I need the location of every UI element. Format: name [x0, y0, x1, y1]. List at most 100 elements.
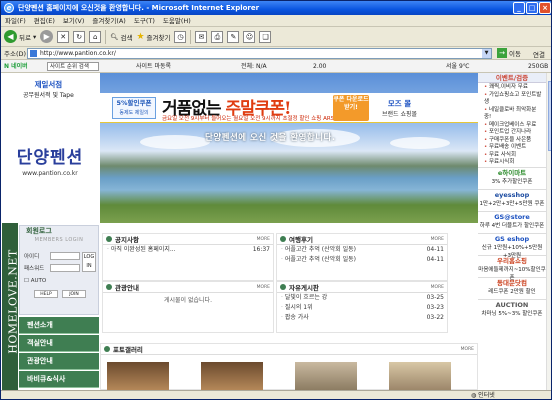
address-input[interactable]: http://www.pantion.co.kr/ ▼ [27, 48, 492, 59]
ad-gsestore[interactable]: GS@store 하루 4번 더블트가 할인쿠폰 [478, 210, 546, 233]
star-icon: ★ [136, 31, 145, 42]
auto-login-checkbox[interactable]: ☐ AUTO [24, 278, 46, 284]
forward-button[interactable]: ▶ [40, 30, 54, 43]
join-button[interactable]: JOIN [62, 290, 86, 298]
history-button[interactable]: ◷ [174, 30, 187, 43]
list-item[interactable]: 달빛이 흐르는 강03-25 [277, 293, 447, 303]
list-item[interactable]: 무료 사식회 [484, 152, 544, 160]
standard-toolbar: ◀ 뒤로 ▾ ▶ ✕ ↻ ⌂ 🔍︎ 검색 ★ 즐겨찾기 ◷ ✉ ⎙ ✎ ☺ ❑ [1, 27, 551, 47]
more-button[interactable]: MORE [257, 237, 270, 242]
ad-woori[interactable]: 우리홈쇼핑 마음에들제까지~10%할인쿠폰 [478, 254, 546, 281]
naver-logo[interactable]: N 네이버 [4, 60, 28, 73]
list-item[interactable]: 포인트업 간지나라 [484, 129, 544, 137]
page-content: 제일서점 공무원서적 및 Tape 단양펜션 www.pantion.co.kr… [1, 73, 546, 390]
nav-rooms[interactable]: 객실안내 [19, 335, 99, 352]
bullet-icon [104, 346, 110, 352]
home-button[interactable]: ⌂ [89, 30, 102, 43]
nav-pension-intro[interactable]: 펜션소개 [19, 317, 99, 334]
site-rank: 전체: N/A [241, 63, 267, 70]
minimize-button[interactable]: _ [513, 2, 525, 14]
list-item[interactable]: 무료배송 이벤트 [484, 144, 544, 152]
naver-search-input[interactable]: 사이트 순위 검색 [47, 62, 99, 71]
vertical-scrollbar[interactable] [546, 73, 551, 390]
nav-tour[interactable]: 관광안내 [19, 353, 99, 370]
list-item[interactable]: 팝송 가사03-22 [277, 313, 447, 323]
password-input[interactable] [50, 264, 80, 272]
list-item[interactable]: 메이크업베이스 무료 [484, 122, 544, 130]
gallery-thumb[interactable] [389, 362, 451, 390]
coupon-ad[interactable]: 5%할인쿠폰 동제도 제일의 거품없는 주말쿠폰! 금요일 오전 9시부터 들어… [100, 93, 478, 123]
event-list: 쾌찍,이비자 무료 가입쇼핑쇼고 포인트발생 네일클로바 최악화분 중! 메이크… [478, 83, 546, 167]
menu-file[interactable]: 파일(F) [5, 15, 26, 26]
messenger-button[interactable]: ☺ [243, 30, 256, 43]
toolbar-separator [190, 29, 192, 44]
ad-eyesshop[interactable]: eyesshop 1만+2만+3만+5만원 쿠폰 [478, 188, 546, 211]
list-item[interactable]: 네일클로바 최악화분 중! [484, 107, 544, 122]
search-button[interactable]: 🔍︎ 검색 [110, 32, 132, 42]
status-bar: ◍ 인터넷 [1, 390, 551, 399]
more-button[interactable]: MORE [431, 285, 444, 290]
ad-auction[interactable]: AUCTION 차마닝 5%~3% 할인쿠폰 [478, 298, 546, 321]
edit-button[interactable]: ✎ [227, 30, 240, 43]
address-label: 주소(D) [4, 50, 27, 58]
bookstore-link[interactable]: 제일서점 공무원서적 및 Tape [23, 79, 74, 99]
site-brand[interactable]: 단양펜션 www.pantion.co.kr [3, 143, 97, 177]
menu-tools[interactable]: 도구(T) [134, 15, 155, 26]
mail-button[interactable]: ✉ [195, 30, 208, 43]
login-box: 회원로그 MEMBERS LOGIN 아이디 패스워드 LOG IN ☐ AUT… [19, 225, 99, 315]
bullet-icon [280, 284, 286, 290]
menu-view[interactable]: 보기(V) [63, 15, 84, 26]
ad-dongdaemun[interactable]: 동대문닷컴 레드쿠폰 2만원 할인 [478, 276, 546, 299]
list-item[interactable]: 가입쇼핑쇼고 포인트발생 [484, 92, 544, 107]
list-item[interactable]: 질시의 1위03-23 [277, 303, 447, 313]
globe-icon: ◍ [471, 392, 477, 399]
maximize-button[interactable]: □ [526, 2, 538, 14]
more-button[interactable]: MORE [461, 347, 474, 352]
site-register-link[interactable]: 사이트 마동록 [136, 60, 171, 73]
weather: 서울 9℃ [446, 63, 470, 70]
list-item[interactable]: 구매쿠폰을 사은품 [484, 137, 544, 145]
scroll-thumb[interactable] [548, 81, 551, 151]
coupon-download-button[interactable]: 쿠폰 다운로드 받기! [333, 95, 369, 121]
ad-himart[interactable]: e하이마트 3% 추가할인쿠폰 [478, 166, 546, 189]
research-button[interactable]: ❑ [259, 30, 272, 43]
more-button[interactable]: MORE [257, 285, 270, 290]
list-item[interactable]: 쾌찍,이비자 무료 [484, 84, 544, 92]
disk-size: 250GB [528, 63, 549, 70]
gallery-thumb[interactable] [201, 362, 263, 390]
go-button[interactable]: → 이동 [497, 48, 521, 58]
nav-bbq[interactable]: 바비큐&식사 [19, 371, 99, 388]
login-button[interactable]: LOG IN [82, 252, 96, 272]
list-item[interactable]: 무료시식회 [484, 159, 544, 167]
list-item[interactable]: 아직 이완성된 홈페이지...16:37 [103, 245, 273, 255]
main-banner: 5%할인쿠폰 동제도 제일의 거품없는 주말쿠폰! 금요일 오전 9시부터 들어… [100, 73, 478, 223]
links-label[interactable]: 연결 [533, 49, 545, 59]
list-item[interactable]: 어플고간 추억 (산악회 일동)04-11 [277, 255, 447, 265]
menu-edit[interactable]: 편집(E) [34, 15, 55, 26]
stop-button[interactable]: ✕ [57, 30, 70, 43]
gallery-thumb[interactable] [107, 362, 169, 390]
menu-help[interactable]: 도움말(H) [163, 15, 191, 26]
more-button[interactable]: MORE [431, 237, 444, 242]
address-url: http://www.pantion.co.kr/ [40, 50, 116, 57]
event-header: 이벤트/검증 [478, 73, 546, 83]
back-button[interactable]: ◀ 뒤로 ▾ [4, 30, 36, 43]
menu-favorites[interactable]: 즐겨찾기(A) [92, 15, 125, 26]
search-icon: 🔍︎ [110, 32, 119, 41]
bullet-icon [280, 236, 286, 242]
favorites-button[interactable]: ★ 즐겨찾기 [136, 32, 170, 42]
zoom-level[interactable]: 2.00 [313, 60, 326, 73]
refresh-button[interactable]: ↻ [73, 30, 86, 43]
close-button[interactable]: × [539, 2, 551, 14]
ie-logo-icon: e [4, 3, 14, 13]
empty-message: 게시물이 없습니다. [164, 297, 212, 304]
gallery-thumb[interactable] [295, 362, 357, 390]
help-button[interactable]: HELP [34, 290, 58, 298]
ad-gseshop[interactable]: GS eshop 신규 1만원+10%+5만원+3만원 [478, 232, 546, 259]
id-input[interactable] [50, 252, 80, 260]
chevron-down-icon[interactable]: ▼ [482, 49, 491, 58]
list-item[interactable]: 어플고간 추억 (산악회 일동)04-11 [277, 245, 447, 255]
print-button[interactable]: ⎙ [211, 30, 224, 43]
go-arrow-icon: → [497, 48, 507, 58]
mozmall-link[interactable]: 모즈 몰 브랜드 쇼핑몰 [382, 98, 417, 118]
